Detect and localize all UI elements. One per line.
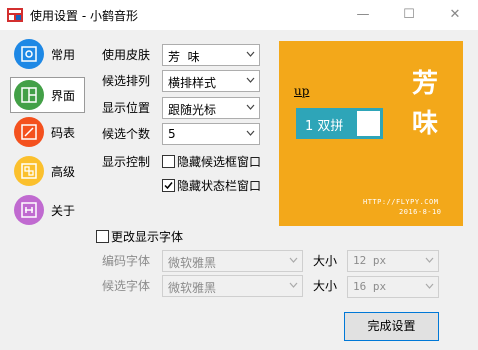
chevron-down-icon bbox=[425, 283, 434, 289]
code-font-select[interactable]: 微软雅黑 bbox=[162, 250, 303, 272]
app-icon bbox=[7, 7, 23, 23]
display-position-label: 显示位置 bbox=[102, 101, 151, 115]
sidebar-item-label: 常用 bbox=[51, 48, 76, 62]
sidebar-item-interface[interactable]: 界面 bbox=[10, 77, 85, 113]
candidate-count-select[interactable]: 5 bbox=[162, 123, 260, 145]
blocks-icon bbox=[14, 156, 44, 186]
code-size-value: 12 px bbox=[353, 254, 387, 267]
pencil-square-icon bbox=[14, 117, 44, 147]
skin-select-value: 芳 味 bbox=[168, 50, 200, 64]
preview-title-char-1: 芳 bbox=[412, 69, 439, 99]
skin-preview: up 1 双拼 芳 味 HTTP://FLYPY.COM 2016-8-10 bbox=[279, 41, 463, 226]
chevron-down-icon bbox=[425, 257, 434, 263]
preview-highlight bbox=[357, 111, 380, 136]
candidate-layout-select[interactable]: 横排样式 bbox=[162, 70, 260, 92]
layout-grid-icon bbox=[14, 80, 44, 110]
sidebar-item-common[interactable]: 常用 bbox=[10, 36, 85, 72]
chevron-down-icon bbox=[246, 51, 255, 57]
preview-url: HTTP://FLYPY.COM bbox=[363, 198, 439, 206]
candidate-font-value: 微软雅黑 bbox=[168, 281, 217, 295]
chevron-down-icon bbox=[246, 130, 255, 136]
finish-settings-button[interactable]: 完成设置 bbox=[344, 312, 439, 341]
code-size-select[interactable]: 12 px bbox=[347, 250, 439, 272]
candidate-layout-label: 候选排列 bbox=[102, 74, 151, 88]
chevron-down-icon bbox=[289, 257, 298, 263]
window-title: 使用设置 - 小鹤音形 bbox=[30, 9, 138, 23]
change-font-label[interactable]: 更改显示字体 bbox=[111, 228, 183, 245]
sidebar-item-label: 界面 bbox=[51, 89, 76, 103]
display-control-label: 显示控制 bbox=[102, 155, 151, 169]
sidebar-item-about[interactable]: 关于 bbox=[10, 192, 85, 228]
code-size-label: 大小 bbox=[313, 254, 338, 268]
candidate-size-select[interactable]: 16 px bbox=[347, 276, 439, 298]
hide-status-bar-checkbox[interactable] bbox=[162, 179, 175, 192]
chevron-down-icon bbox=[246, 77, 255, 83]
sidebar-item-advanced[interactable]: 高级 bbox=[10, 153, 85, 189]
change-font-checkbox[interactable] bbox=[96, 230, 109, 243]
sidebar-item-dictionary[interactable]: 码表 bbox=[10, 114, 85, 150]
settings-square-icon bbox=[14, 39, 44, 69]
hide-status-bar-label[interactable]: 隐藏状态栏窗口 bbox=[177, 177, 261, 194]
code-font-value: 微软雅黑 bbox=[168, 256, 217, 270]
minimize-button[interactable]: — bbox=[340, 0, 386, 30]
close-button[interactable]: ✕ bbox=[432, 0, 478, 30]
candidate-size-value: 16 px bbox=[353, 280, 387, 293]
preview-candidate-box: 1 双拼 bbox=[296, 108, 383, 139]
preview-input-text: up bbox=[294, 84, 310, 98]
checkmark-icon bbox=[164, 182, 173, 190]
skin-select[interactable]: 芳 味 bbox=[162, 44, 260, 66]
display-position-value: 跟随光标 bbox=[168, 103, 217, 117]
sidebar-item-label: 码表 bbox=[51, 126, 76, 140]
hide-candidate-window-checkbox[interactable] bbox=[162, 155, 175, 168]
chevron-down-icon bbox=[289, 282, 298, 288]
candidate-count-value: 5 bbox=[168, 127, 176, 141]
sidebar-item-label: 高级 bbox=[51, 165, 76, 179]
display-position-select[interactable]: 跟随光标 bbox=[162, 97, 260, 119]
candidate-count-label: 候选个数 bbox=[102, 127, 151, 141]
candidate-font-select[interactable]: 微软雅黑 bbox=[162, 275, 303, 297]
hide-candidate-window-label[interactable]: 隐藏候选框窗口 bbox=[177, 153, 261, 170]
candidate-size-label: 大小 bbox=[313, 279, 338, 293]
info-frame-icon bbox=[14, 195, 44, 225]
candidate-layout-value: 横排样式 bbox=[168, 76, 217, 90]
skin-label: 使用皮肤 bbox=[102, 48, 151, 62]
preview-title-char-2: 味 bbox=[412, 109, 439, 139]
code-font-label: 编码字体 bbox=[102, 254, 151, 268]
maximize-button[interactable]: ☐ bbox=[386, 0, 432, 30]
sidebar-item-label: 关于 bbox=[51, 204, 76, 218]
candidate-font-label: 候选字体 bbox=[102, 279, 151, 293]
chevron-down-icon bbox=[246, 104, 255, 110]
preview-candidate-text: 1 双拼 bbox=[305, 119, 344, 134]
preview-date: 2016-8-10 bbox=[399, 208, 442, 216]
